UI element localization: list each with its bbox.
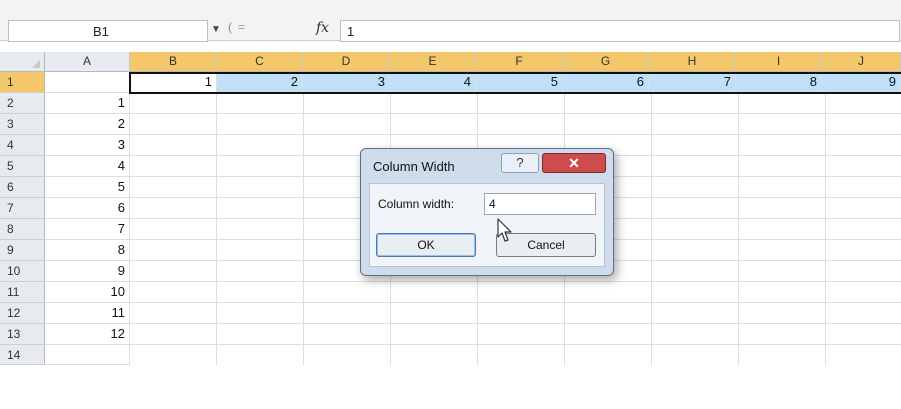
column-header-h[interactable]: H (649, 52, 736, 72)
dialog-body: Column width: 4 OK Cancel (369, 183, 605, 267)
formula-input[interactable]: 1 (340, 20, 900, 42)
row-header[interactable]: 2 (0, 93, 45, 114)
cell-i1[interactable]: 8 (736, 72, 822, 93)
cell-f1[interactable]: 5 (476, 72, 563, 93)
cancel-edit-icon[interactable]: ( (228, 20, 232, 34)
name-box[interactable]: B1 (8, 20, 208, 42)
column-header-e[interactable]: E (390, 52, 476, 72)
row-header[interactable]: 6 (0, 177, 45, 198)
ok-button[interactable]: OK (376, 233, 476, 257)
row-header[interactable]: 11 (0, 282, 45, 303)
column-width-label: Column width: (378, 197, 455, 211)
mouse-cursor-icon (497, 218, 512, 242)
column-width-dialog: Column Width ? ✕ Column width: 4 OK Canc… (360, 148, 614, 276)
cell-h1[interactable]: 7 (649, 72, 736, 93)
row-header[interactable]: 4 (0, 135, 45, 156)
name-box-value: B1 (93, 24, 109, 39)
column-header-d[interactable]: D (303, 52, 390, 72)
insert-function-icon[interactable]: fx (316, 20, 329, 36)
cell-a11[interactable]: 10 (45, 282, 130, 303)
cell-a13[interactable]: 12 (45, 324, 130, 345)
column-header-f[interactable]: F (476, 52, 563, 72)
cell-a4[interactable]: 3 (45, 135, 130, 156)
enter-edit-icon[interactable]: = (238, 20, 245, 34)
cell-c1[interactable]: 2 (217, 72, 303, 93)
row-header[interactable]: 3 (0, 114, 45, 135)
row-header[interactable]: 14 (0, 345, 45, 365)
cell-a14[interactable] (45, 345, 130, 365)
row-header[interactable]: 8 (0, 219, 45, 240)
column-header-b[interactable]: B (130, 52, 217, 72)
select-all-corner[interactable] (0, 52, 45, 72)
cell-g1[interactable]: 6 (563, 72, 649, 93)
row-header[interactable]: 7 (0, 198, 45, 219)
column-header-c[interactable]: C (217, 52, 303, 72)
cell-a7[interactable]: 6 (45, 198, 130, 219)
help-icon[interactable]: ? (501, 153, 539, 173)
row-header[interactable]: 9 (0, 240, 45, 261)
cell-a8[interactable]: 7 (45, 219, 130, 240)
column-header-j[interactable]: J (822, 52, 901, 72)
cell-a6[interactable]: 5 (45, 177, 130, 198)
cell-b1[interactable]: 1 (130, 72, 217, 93)
dialog-title: Column Width (373, 159, 455, 174)
cell-e1[interactable]: 4 (390, 72, 476, 93)
cell-a5[interactable]: 4 (45, 156, 130, 177)
name-box-dropdown-icon[interactable]: ▼ (211, 24, 221, 35)
column-header-g[interactable]: G (563, 52, 649, 72)
row-header[interactable]: 12 (0, 303, 45, 324)
column-width-input[interactable]: 4 (484, 193, 596, 215)
row-header[interactable]: 1 (0, 72, 45, 93)
cell-a10[interactable]: 9 (45, 261, 130, 282)
cell-a3[interactable]: 2 (45, 114, 130, 135)
row-header[interactable]: 10 (0, 261, 45, 282)
formula-bar: B1 ▼ ( = fx 1 (0, 0, 901, 42)
cell-a2[interactable]: 1 (45, 93, 130, 114)
row-header[interactable]: 13 (0, 324, 45, 345)
cell-d1[interactable]: 3 (303, 72, 390, 93)
cell-j1[interactable]: 9 (822, 72, 901, 93)
cell-a12[interactable]: 11 (45, 303, 130, 324)
formula-buttons: ( = (222, 18, 312, 42)
column-header-i[interactable]: I (736, 52, 822, 72)
cell-a9[interactable]: 8 (45, 240, 130, 261)
cell-a1[interactable] (45, 72, 130, 93)
row-header[interactable]: 5 (0, 156, 45, 177)
close-icon[interactable]: ✕ (542, 153, 606, 173)
column-header-a[interactable]: A (45, 52, 130, 72)
